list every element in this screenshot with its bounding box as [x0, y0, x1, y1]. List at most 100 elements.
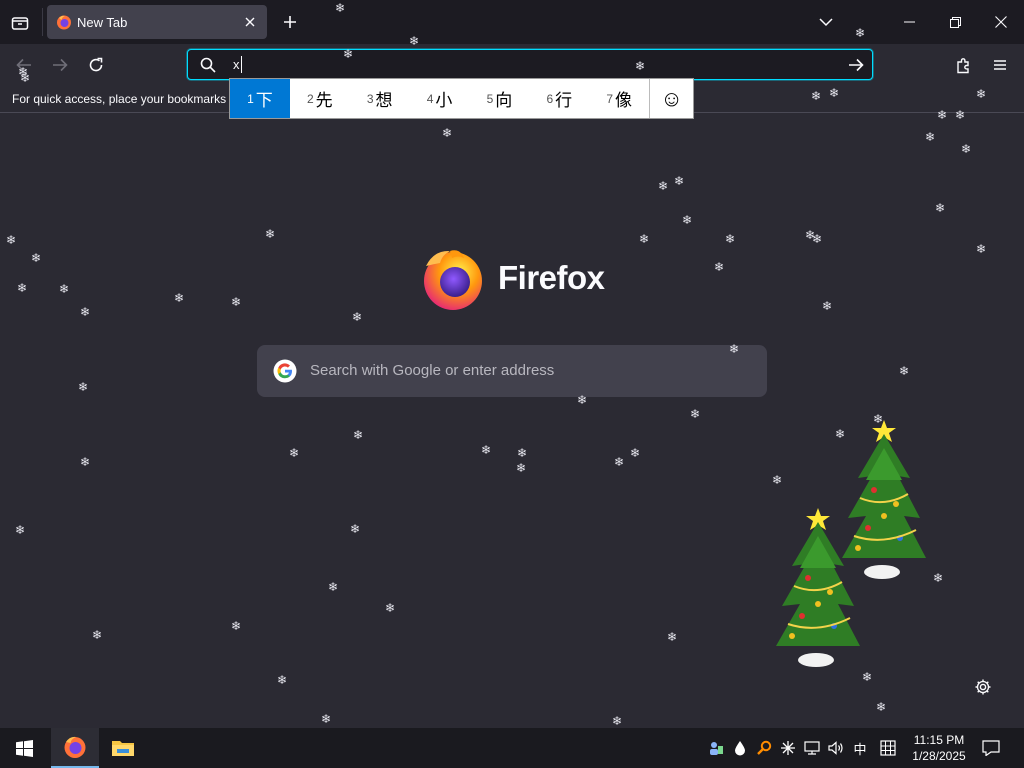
close-icon — [245, 17, 255, 27]
arrow-right-icon — [849, 58, 864, 72]
back-button[interactable] — [11, 52, 37, 78]
snowflake: ❄ — [92, 628, 103, 642]
reload-icon — [89, 57, 103, 72]
notification-icon — [982, 740, 1000, 756]
close-icon — [995, 16, 1007, 28]
restore-button[interactable] — [932, 0, 978, 44]
snowflake: ❄ — [725, 232, 736, 246]
taskbar-file-explorer[interactable] — [99, 728, 147, 768]
snowflake: ❄ — [961, 142, 972, 156]
address-bar[interactable]: x — [187, 49, 873, 80]
snowflake: ❄ — [614, 455, 625, 469]
tab-new-tab[interactable]: New Tab — [47, 5, 267, 39]
google-search-box[interactable]: Search with Google or enter address — [257, 345, 767, 397]
snowflake: ❄ — [899, 364, 910, 378]
snowflake: ❄ — [231, 619, 242, 633]
tab-list-icon — [11, 17, 29, 30]
forward-button[interactable] — [47, 52, 73, 78]
go-button[interactable] — [846, 55, 866, 75]
ime-keyboard-icon[interactable] — [878, 738, 898, 758]
close-window-button[interactable] — [978, 0, 1024, 44]
snowflake: ❄ — [812, 232, 823, 246]
snowflake: ❄ — [385, 601, 396, 615]
tray-volume-icon[interactable] — [826, 738, 846, 758]
taskbar-firefox[interactable] — [51, 728, 99, 768]
snowflake: ❄ — [353, 428, 364, 442]
snowflake: ❄ — [174, 291, 185, 305]
address-input[interactable]: x — [233, 57, 240, 72]
snowflake: ❄ — [639, 232, 650, 246]
forward-icon — [53, 58, 68, 72]
ime-candidate-1[interactable]: 1下 — [230, 79, 290, 118]
ime-candidate-5[interactable]: 5向 — [470, 79, 530, 118]
snowflake: ❄ — [976, 242, 987, 256]
snowflake: ❄ — [516, 461, 527, 475]
start-button[interactable] — [0, 728, 48, 768]
firefox-icon — [64, 736, 86, 758]
snowflake: ❄ — [805, 228, 816, 242]
google-icon — [273, 359, 297, 383]
ime-mode-indicator[interactable]: 中 — [850, 738, 870, 758]
new-tab-button[interactable] — [278, 10, 302, 34]
back-icon — [16, 58, 31, 72]
windows-icon — [15, 739, 33, 757]
tab-list-button[interactable] — [7, 10, 33, 36]
tray-network-icon[interactable] — [802, 738, 822, 758]
ime-candidate-2[interactable]: 2先 — [290, 79, 350, 118]
tray-people-icon[interactable] — [706, 738, 726, 758]
app-menu-button[interactable] — [987, 52, 1013, 78]
snowflake: ❄ — [714, 260, 725, 274]
emoji-icon: ☺ — [660, 85, 683, 111]
ime-candidate-window: 1下 2先 3想 4小 5向 6行 7像 ☺ — [229, 78, 694, 119]
snowflake: ❄ — [862, 670, 873, 684]
snowflake: ❄ — [289, 446, 300, 460]
snowflake: ❄ — [352, 310, 363, 324]
ime-emoji-button[interactable]: ☺ — [649, 79, 693, 118]
tray-drop-icon[interactable] — [730, 738, 750, 758]
firefox-icon — [57, 15, 71, 30]
firefox-logo — [424, 250, 482, 310]
search-placeholder: Search with Google or enter address — [310, 362, 555, 379]
ime-candidate-4[interactable]: 4小 — [410, 79, 470, 118]
extensions-icon — [957, 57, 969, 73]
snowflake: ❄ — [78, 380, 89, 394]
snowflake: ❄ — [442, 126, 453, 140]
action-center-button[interactable] — [978, 736, 1004, 760]
file-explorer-icon — [112, 741, 134, 756]
snowflake: ❄ — [80, 305, 91, 319]
ime-candidate-6[interactable]: 6行 — [529, 79, 589, 118]
snowflake: ❄ — [517, 446, 528, 460]
brand-wordmark: Firefox — [498, 259, 605, 296]
snowflake: ❄ — [772, 473, 783, 487]
snowflake: ❄ — [674, 174, 685, 188]
personalize-settings-button[interactable] — [972, 676, 994, 698]
snowflake: ❄ — [935, 201, 946, 215]
snowflake: ❄ — [933, 571, 944, 585]
snowflake: ❄ — [59, 282, 70, 296]
snowflake: ❄ — [231, 295, 242, 309]
reload-button[interactable] — [83, 52, 109, 78]
snowflake: ❄ — [265, 227, 276, 241]
snowflake: ❄ — [17, 281, 28, 295]
restore-icon — [949, 16, 961, 28]
list-all-tabs-button[interactable] — [814, 11, 838, 33]
snowflake: ❄ — [6, 233, 17, 247]
snowflake: ❄ — [15, 523, 26, 537]
snowflake: ❄ — [658, 179, 669, 193]
snowflake: ❄ — [667, 630, 678, 644]
tray-search-icon[interactable] — [754, 738, 774, 758]
chevron-down-icon — [819, 17, 833, 26]
snowflake: ❄ — [80, 455, 91, 469]
clock-date: 1/28/2025 — [912, 749, 966, 763]
minimize-button[interactable] — [886, 0, 932, 44]
extensions-button[interactable] — [951, 52, 977, 78]
snowflake: ❄ — [682, 213, 693, 227]
tray-snow-icon[interactable] — [778, 738, 798, 758]
taskbar-clock[interactable]: 11:15 PM 1/28/2025 — [906, 732, 972, 764]
ime-candidate-3[interactable]: 3想 — [350, 79, 410, 118]
text-caret — [241, 56, 242, 73]
close-tab-button[interactable] — [241, 13, 259, 31]
gear-icon — [975, 679, 991, 695]
snowflake: ❄ — [31, 251, 42, 265]
ime-candidate-7[interactable]: 7像 — [589, 79, 649, 118]
